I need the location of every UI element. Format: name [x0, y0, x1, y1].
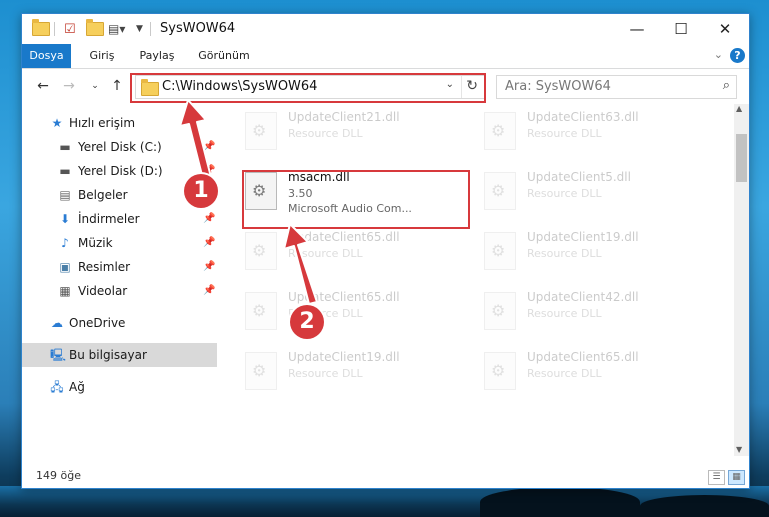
palm-silhouette: [480, 487, 640, 517]
palm-silhouette: [640, 495, 769, 517]
annotation-arrows: [179, 99, 318, 305]
step-2-badge: 2: [290, 305, 324, 339]
step-1-badge: 1: [184, 174, 218, 208]
explorer-window: ☑ ▤▾ ▼ SysWOW64 — ☐ ✕ Dosya Giriş Paylaş…: [21, 13, 750, 489]
arrow-2: [283, 223, 318, 305]
